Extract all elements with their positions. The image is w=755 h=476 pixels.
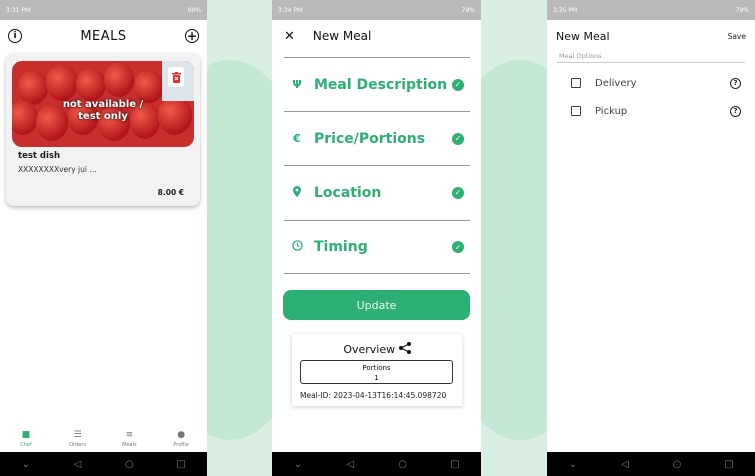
save-button[interactable]: Save xyxy=(728,32,746,41)
trash-icon xyxy=(171,71,181,83)
nav-recents-icon[interactable]: □ xyxy=(171,459,191,470)
meal-description: XXXXXXXXvery jui ... xyxy=(18,165,97,174)
tab-chef[interactable]: ■ Chef xyxy=(6,430,46,448)
option-label: Pickup xyxy=(595,105,628,117)
nav-back-icon[interactable]: ◁ xyxy=(615,459,635,470)
page-title: New Meal xyxy=(312,29,372,43)
nav-home-icon[interactable]: ○ xyxy=(393,459,413,470)
status-bar: 3:34 PM 79% xyxy=(272,0,481,20)
phone-screen-new-meal: 3:34 PM 79% ✕ New Meal Ψ Meal Descriptio… xyxy=(272,0,481,476)
meal-card[interactable]: not available / test only test dish XXXX… xyxy=(6,53,200,206)
system-nav-bar: ⌄ ◁ ○ □ xyxy=(272,452,481,476)
option-delivery[interactable]: Delivery ? xyxy=(547,69,755,97)
meal-price: 8.00 € xyxy=(157,188,184,197)
check-icon: ✓ xyxy=(452,241,464,253)
meal-id: Meal-ID: 2023-04-13T16:14:45.098720 xyxy=(300,391,447,400)
phone-screen-meals: 3:31 PM 90% i MEALS + not available / te… xyxy=(0,0,207,476)
nav-recents-icon[interactable]: □ xyxy=(445,459,465,470)
app-bar: New Meal Save xyxy=(547,20,755,52)
help-icon[interactable]: ? xyxy=(730,105,741,117)
status-bar: 3:31 PM 90% xyxy=(0,0,207,20)
meal-name: test dish xyxy=(18,151,61,161)
help-icon[interactable]: ? xyxy=(730,77,741,89)
option-label: Delivery xyxy=(595,77,637,89)
update-button[interactable]: Update xyxy=(283,290,470,320)
status-time: 3:34 PM xyxy=(278,6,303,14)
check-icon: ✓ xyxy=(452,78,464,91)
section-location[interactable]: Location ✓ xyxy=(284,165,470,219)
nav-recents-icon[interactable]: □ xyxy=(719,459,739,470)
nav-down-icon[interactable]: ⌄ xyxy=(288,459,308,470)
option-pickup[interactable]: Pickup ? xyxy=(547,97,755,125)
section-timing[interactable]: Timing ✓ xyxy=(284,220,470,274)
section-meal-description[interactable]: Ψ Meal Description ✓ xyxy=(284,57,470,111)
image-overlay-text: not available / test only xyxy=(62,99,144,122)
tab-profile[interactable]: ● Profile xyxy=(161,430,201,448)
status-time: 3:31 PM xyxy=(6,6,31,14)
status-time: 3:35 PM xyxy=(553,6,578,14)
nav-home-icon[interactable]: ○ xyxy=(119,459,139,470)
chef-icon: ■ xyxy=(21,430,31,440)
pickup-checkbox[interactable] xyxy=(571,106,581,116)
nav-down-icon[interactable]: ⌄ xyxy=(16,459,36,470)
nav-back-icon[interactable]: ◁ xyxy=(340,459,360,470)
phone-screen-meal-options: 3:35 PM 79% New Meal Save Meal Options D… xyxy=(547,0,755,476)
person-icon: ● xyxy=(177,430,186,440)
delete-button[interactable] xyxy=(168,67,184,87)
overview-card: Overview Portions 1 Meal-ID: 2023-04-13T… xyxy=(292,334,462,406)
share-icon[interactable] xyxy=(398,342,411,354)
check-icon: ✓ xyxy=(452,132,464,145)
bottom-navigation: ■ Chef ☰ Orders ≡ Meals ● Profile xyxy=(0,426,207,452)
status-battery: 79% xyxy=(735,6,749,14)
list-icon: ☰ xyxy=(73,430,82,440)
status-battery: 90% xyxy=(187,6,201,14)
system-nav-bar: ⌄ ◁ ○ □ xyxy=(547,452,755,476)
menu-icon: ≡ xyxy=(125,430,134,440)
app-bar: i MEALS + xyxy=(0,20,207,52)
app-bar: ✕ New Meal xyxy=(272,20,481,52)
euro-icon: € xyxy=(293,132,301,145)
status-battery: 79% xyxy=(461,6,475,14)
check-icon: ✓ xyxy=(452,186,464,199)
meal-image: not available / test only xyxy=(12,61,194,147)
tab-orders[interactable]: ☰ Orders xyxy=(58,430,98,448)
nav-back-icon[interactable]: ◁ xyxy=(68,459,88,470)
pin-icon xyxy=(290,185,304,200)
page-title: New Meal xyxy=(556,29,610,43)
info-icon[interactable]: i xyxy=(8,29,22,43)
add-icon[interactable]: + xyxy=(184,29,199,43)
delivery-checkbox[interactable] xyxy=(571,78,581,88)
tab-meals[interactable]: ≡ Meals xyxy=(109,430,149,448)
page-title: MEALS xyxy=(80,28,127,44)
meal-options-header: Meal Options xyxy=(557,52,745,63)
overview-title: Overview xyxy=(292,342,462,356)
system-nav-bar: ⌄ ◁ ○ □ xyxy=(0,452,207,476)
close-icon[interactable]: ✕ xyxy=(284,29,295,44)
fork-knife-icon: Ψ xyxy=(292,78,302,91)
portions-box: Portions 1 xyxy=(300,360,453,384)
nav-home-icon[interactable]: ○ xyxy=(667,459,687,470)
portions-label: Portions xyxy=(362,364,391,372)
portions-value: 1 xyxy=(374,374,379,382)
clock-icon xyxy=(290,240,304,254)
section-price-portions[interactable]: € Price/Portions ✓ xyxy=(284,111,470,165)
status-bar: 3:35 PM 79% xyxy=(547,0,755,20)
nav-down-icon[interactable]: ⌄ xyxy=(563,459,583,470)
